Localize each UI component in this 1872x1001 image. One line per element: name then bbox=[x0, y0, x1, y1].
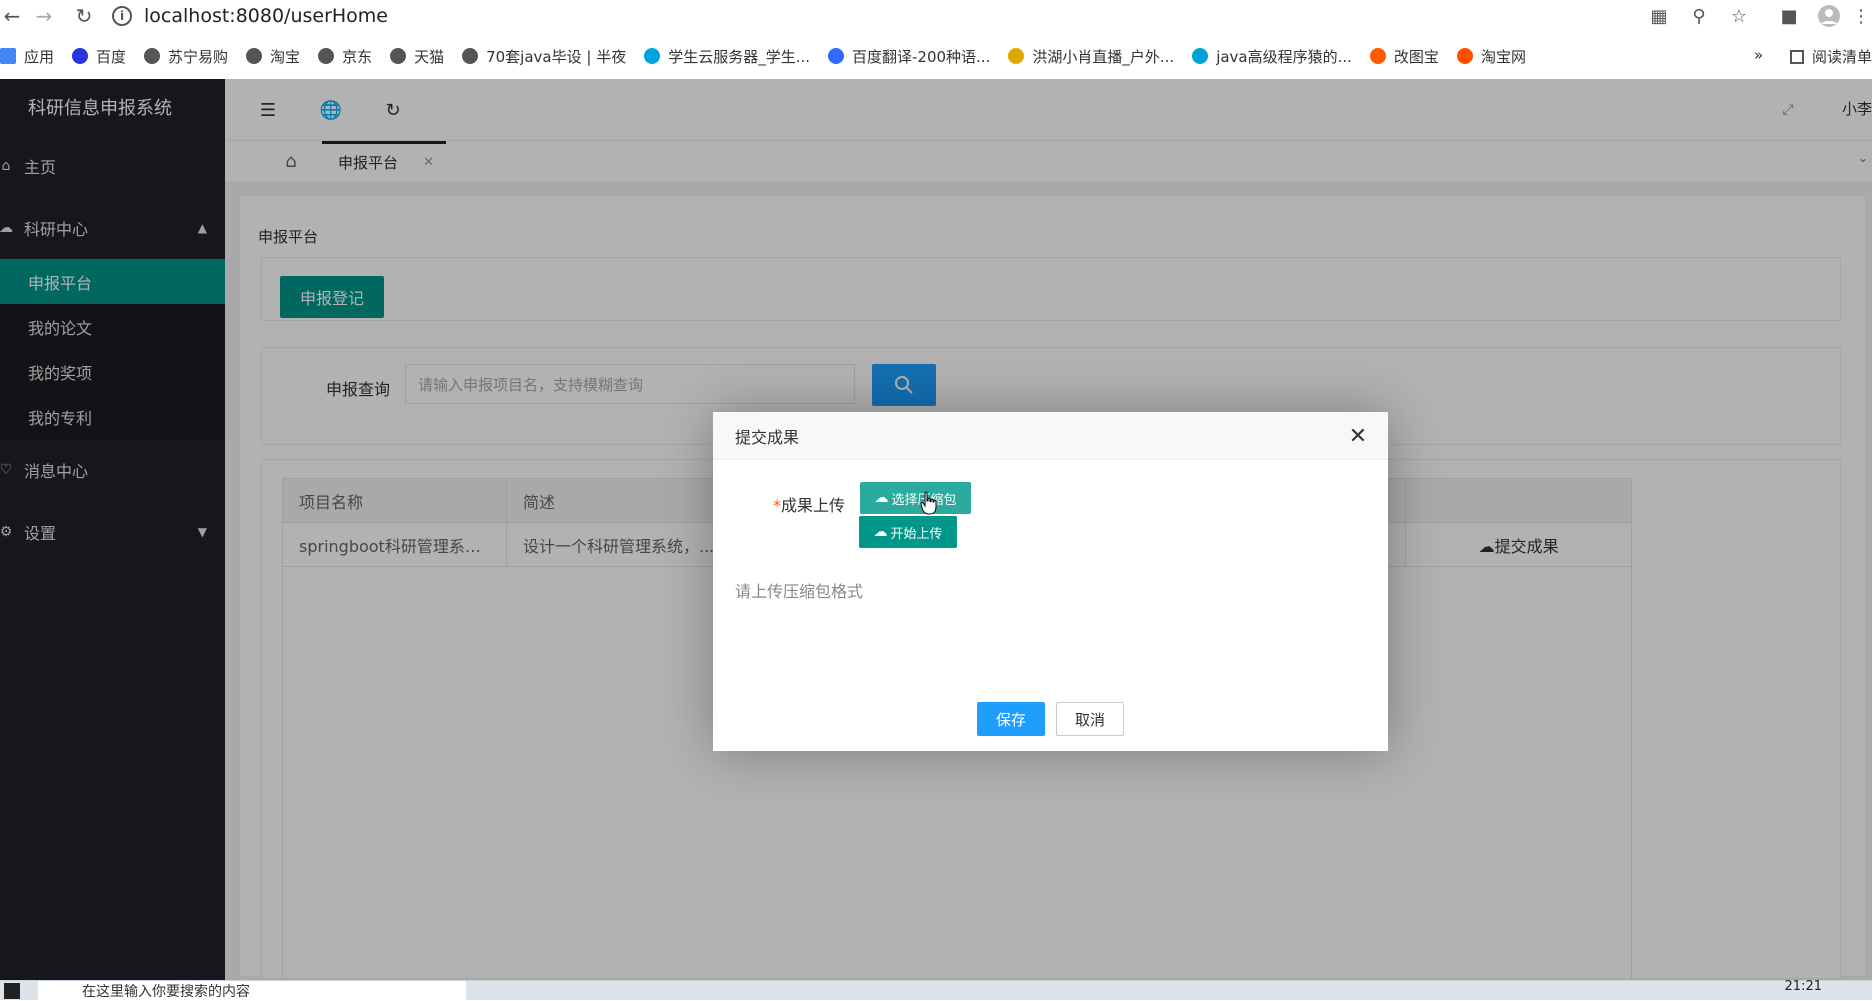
reload-icon[interactable]: ↻ bbox=[72, 4, 96, 28]
bookmark-item[interactable]: 应用 bbox=[0, 46, 54, 67]
url-text: localhost:8080/userHome bbox=[144, 5, 388, 27]
bookmarks-more[interactable]: » bbox=[1754, 46, 1763, 64]
upload-field-label: *成果上传 bbox=[773, 492, 845, 516]
bookmark-label: 洪湖小肖直播_户外... bbox=[1032, 47, 1175, 66]
taskbar-clock: 21:21 bbox=[1784, 979, 1822, 994]
hand-cursor-icon bbox=[920, 491, 937, 515]
browser-address-bar: ← → ↻ i localhost:8080/userHome ▦ ⚲ ☆ ■ … bbox=[0, 0, 1872, 32]
close-icon[interactable]: ✕ bbox=[1346, 424, 1370, 449]
modal-title: 提交成果 bbox=[713, 412, 1388, 460]
start-upload-button[interactable]: ☁ 开始上传 bbox=[859, 516, 957, 548]
bookmark-item[interactable]: 洪湖小肖直播_户外... bbox=[1008, 46, 1174, 67]
bookmark-item[interactable]: 百度翻译-200种语... bbox=[828, 46, 990, 67]
bookmark-item[interactable]: 改图宝 bbox=[1369, 46, 1439, 67]
bookmark-item[interactable]: 京东 bbox=[318, 46, 372, 67]
site-info-icon[interactable]: i bbox=[112, 6, 132, 26]
bookmark-favicon-icon bbox=[1008, 48, 1025, 64]
upload-label-text: 成果上传 bbox=[781, 496, 846, 515]
bookmark-item[interactable]: java高级程序猿的... bbox=[1192, 46, 1352, 67]
save-button[interactable]: 保存 bbox=[977, 702, 1045, 736]
bookmark-favicon-icon bbox=[0, 48, 16, 64]
choose-archive-button[interactable]: ☁ 选择压缩包 bbox=[860, 482, 971, 514]
bookmark-favicon-icon bbox=[246, 48, 263, 64]
zoom-icon[interactable]: ⚲ bbox=[1686, 4, 1712, 28]
bookmark-label: 淘宝 bbox=[270, 47, 301, 66]
bookmark-label: 改图宝 bbox=[1393, 47, 1439, 66]
forward-icon[interactable]: → bbox=[32, 4, 56, 28]
bookmark-label: 学生云服务器_学生... bbox=[668, 47, 811, 66]
bookmark-favicon-icon bbox=[1456, 48, 1473, 64]
reading-list-label: 阅读清单 bbox=[1812, 48, 1872, 66]
bookmark-favicon-icon bbox=[144, 48, 161, 64]
windows-start-icon[interactable] bbox=[4, 983, 20, 999]
bookmark-favicon-icon bbox=[72, 48, 89, 64]
bookmark-item[interactable]: 百度 bbox=[72, 46, 126, 67]
bookmark-item[interactable]: 淘宝网 bbox=[1456, 46, 1526, 67]
browser-menu-icon[interactable]: ⋮ bbox=[1852, 4, 1870, 28]
bookmark-label: 百度翻译-200种语... bbox=[852, 47, 991, 66]
bookmark-favicon-icon bbox=[462, 48, 479, 64]
bookmark-label: 应用 bbox=[24, 47, 55, 66]
profile-icon[interactable] bbox=[1816, 4, 1842, 28]
taskbar-search[interactable]: 在这里输入你要搜索的内容 bbox=[38, 981, 466, 1001]
reading-list-icon bbox=[1790, 49, 1804, 64]
bookmark-item[interactable]: 天猫 bbox=[390, 46, 444, 67]
start-upload-label: 开始上传 bbox=[890, 526, 943, 542]
url-field[interactable]: i localhost:8080/userHome bbox=[112, 1, 1632, 31]
bookmark-item[interactable]: 70套java毕设 | 半夜 bbox=[462, 46, 626, 67]
cloud-upload-icon: ☁ bbox=[874, 490, 889, 506]
required-mark: * bbox=[773, 496, 781, 515]
bookmark-favicon-icon bbox=[318, 48, 335, 64]
cancel-button[interactable]: 取消 bbox=[1056, 702, 1124, 736]
bookmark-star-icon[interactable]: ☆ bbox=[1726, 4, 1752, 28]
bookmark-label: 天猫 bbox=[414, 47, 445, 66]
bookmark-item[interactable]: 学生云服务器_学生... bbox=[644, 46, 810, 67]
bookmark-label: 70套java毕设 | 半夜 bbox=[486, 47, 627, 66]
bookmark-label: 淘宝网 bbox=[1480, 47, 1526, 66]
bookmark-item[interactable]: 苏宁易购 bbox=[144, 46, 228, 67]
bookmark-favicon-icon bbox=[1369, 48, 1386, 64]
bookmark-favicon-icon bbox=[828, 48, 845, 64]
bookmark-favicon-icon bbox=[644, 48, 661, 64]
taskbar-search-text: 在这里输入你要搜索的内容 bbox=[82, 984, 250, 1000]
bookmark-label: 百度 bbox=[96, 47, 127, 66]
bookmark-favicon-icon bbox=[1192, 48, 1209, 64]
translate-icon[interactable]: ▦ bbox=[1646, 4, 1672, 28]
bookmarks-bar: 应用 百度 苏宁易购 淘宝 京东 天猫 70套java毕设 | 半夜 学生云服务器_学生...… bbox=[0, 40, 1872, 72]
submit-result-modal: 提交成果 ✕ *成果上传 ☁ 选择压缩包 ☁ 开始上传 请上传压缩包格式 保存 … bbox=[713, 412, 1388, 751]
bookmark-item[interactable]: 淘宝 bbox=[246, 46, 300, 67]
extensions-icon[interactable]: ■ bbox=[1776, 4, 1802, 28]
os-taskbar: 在这里输入你要搜索的内容 21:21 bbox=[0, 979, 1872, 1001]
cloud-upload-icon: ☁ bbox=[873, 524, 888, 540]
reading-list[interactable]: 阅读清单 bbox=[1790, 46, 1872, 67]
bookmark-favicon-icon bbox=[390, 48, 407, 64]
bookmark-label: 苏宁易购 bbox=[168, 47, 229, 66]
bookmark-label: 京东 bbox=[342, 47, 373, 66]
upload-hint: 请上传压缩包格式 bbox=[735, 582, 864, 601]
bookmark-label: java高级程序猿的... bbox=[1216, 47, 1352, 66]
back-icon[interactable]: ← bbox=[0, 4, 24, 28]
